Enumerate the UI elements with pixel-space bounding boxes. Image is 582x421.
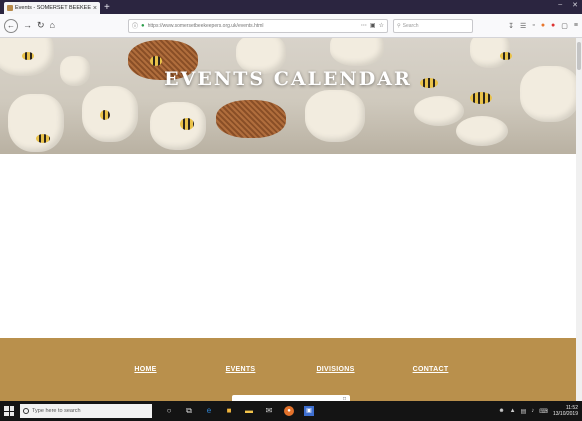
explorer-icon[interactable]: ▬ <box>244 406 254 416</box>
pottery-image <box>456 116 508 146</box>
footer-nav: HOME EVENTS DIVISIONS CONTACT <box>0 366 576 373</box>
page-viewport: EVENTS CALENDAR HOME EVENTS DIVISIONS CO… <box>0 38 576 401</box>
mail-icon[interactable]: ✉ <box>264 406 274 416</box>
store-icon[interactable]: ■ <box>224 406 234 416</box>
scrollbar-thumb[interactable] <box>577 42 581 70</box>
back-icon[interactable]: ← <box>4 18 18 33</box>
page-scrollbar[interactable] <box>576 38 582 401</box>
tray-app-icon[interactable]: ▲ <box>510 408 516 414</box>
footer-link-divisions[interactable]: DIVISIONS <box>288 366 383 373</box>
page-actions-icon[interactable]: ⋯ <box>361 22 367 29</box>
extension-icon[interactable]: ● <box>541 22 545 29</box>
pottery-image <box>8 94 64 152</box>
tab-close-icon[interactable]: × <box>93 5 97 12</box>
home-icon[interactable]: ⌂ <box>50 21 55 30</box>
microphone-icon[interactable]: ○ <box>164 406 174 416</box>
site-footer: HOME EVENTS DIVISIONS CONTACT □ <box>0 338 576 401</box>
browser-tab-bar: Events - SOMERSET BEEKEEPERS × + – ✕ <box>0 0 582 14</box>
reload-icon[interactable]: ↻ <box>37 21 45 30</box>
photos-icon[interactable]: ▣ <box>304 406 314 416</box>
bee-icon <box>500 52 512 60</box>
basket-image <box>216 100 286 138</box>
footer-link-contact[interactable]: CONTACT <box>383 366 478 373</box>
new-tab-button[interactable]: + <box>104 2 110 14</box>
bee-icon <box>150 56 162 66</box>
adblock-icon[interactable]: ● <box>551 22 555 29</box>
pocket-icon[interactable]: ▣ <box>370 22 376 29</box>
page-title: EVENTS CALENDAR <box>164 68 412 90</box>
firefox-icon[interactable]: ● <box>284 406 294 416</box>
taskbar-apps: ○ ⧉ e ■ ▬ ✉ ● ▣ <box>164 406 314 416</box>
url-text: https://www.somersetbeekeepers.org.uk/ev… <box>147 22 264 29</box>
bee-icon <box>22 52 34 60</box>
footer-link-events[interactable]: EVENTS <box>193 366 288 373</box>
bee-icon <box>36 134 50 143</box>
browser-tab[interactable]: Events - SOMERSET BEEKEEPERS × <box>4 2 100 14</box>
pottery-image <box>330 38 384 66</box>
people-icon[interactable]: ☻ <box>498 408 504 414</box>
library-icon[interactable]: ☰ <box>520 22 526 30</box>
pottery-image <box>305 90 365 142</box>
pottery-image <box>150 102 206 150</box>
windows-start-icon[interactable] <box>4 406 14 416</box>
toolbar-icons: ↧ ☰ ▫ ● ● ▢ ≡ <box>508 22 578 30</box>
edge-icon[interactable]: e <box>204 406 214 416</box>
pottery-image <box>82 86 138 142</box>
footer-link-home[interactable]: HOME <box>98 366 193 373</box>
address-bar[interactable]: ⓘ ● https://www.somersetbeekeepers.org.u… <box>127 18 388 33</box>
bee-icon <box>180 118 194 130</box>
search-icon: ⚲ <box>396 22 401 29</box>
sidebar-icon[interactable]: ▫ <box>532 22 534 29</box>
windows-taskbar: Type here to search ○ ⧉ e ■ ▬ ✉ ● ▣ ☻ ▲ … <box>0 401 582 421</box>
menu-icon[interactable]: ≡ <box>574 22 578 29</box>
task-view-icon[interactable]: ⧉ <box>184 406 194 416</box>
forward-icon[interactable]: → <box>23 21 32 30</box>
keyboard-icon[interactable]: ⌨ <box>539 408 548 415</box>
system-tray: ☻ ▲ ▤ ♪ ⌨ 11:52 13/10/2019 <box>498 405 578 417</box>
volume-icon[interactable]: ♪ <box>531 408 534 414</box>
search-bar[interactable]: ⚲ Search <box>392 18 473 33</box>
pottery-image <box>414 96 464 126</box>
close-window-icon[interactable]: ✕ <box>572 1 578 9</box>
taskbar-search-input[interactable]: Type here to search <box>32 408 81 414</box>
page-info-icon[interactable]: ⓘ <box>132 21 138 30</box>
window-controls: – ✕ <box>558 1 578 9</box>
site-favicon-icon <box>7 5 13 11</box>
browser-toolbar: ← → ↻ ⌂ ⓘ ● https://www.somersetbeekeepe… <box>0 14 582 38</box>
taskbar-search[interactable]: Type here to search <box>20 404 152 418</box>
screenshot-icon[interactable]: ▢ <box>561 22 568 30</box>
bookmark-star-icon[interactable]: ☆ <box>379 22 384 29</box>
tab-title: Events - SOMERSET BEEKEEPERS <box>15 5 91 11</box>
search-input[interactable]: Search <box>403 23 419 29</box>
lock-icon: ● <box>141 22 145 29</box>
clock-date: 13/10/2019 <box>552 411 578 417</box>
hero-banner: EVENTS CALENDAR <box>0 38 576 154</box>
cortana-icon <box>23 408 29 414</box>
taskbar-clock[interactable]: 11:52 13/10/2019 <box>553 405 578 417</box>
network-icon[interactable]: ▤ <box>521 408 527 415</box>
bee-icon <box>470 92 492 104</box>
bee-icon <box>100 110 110 120</box>
download-icon[interactable]: ↧ <box>508 22 514 30</box>
minimize-icon[interactable]: – <box>558 1 562 9</box>
